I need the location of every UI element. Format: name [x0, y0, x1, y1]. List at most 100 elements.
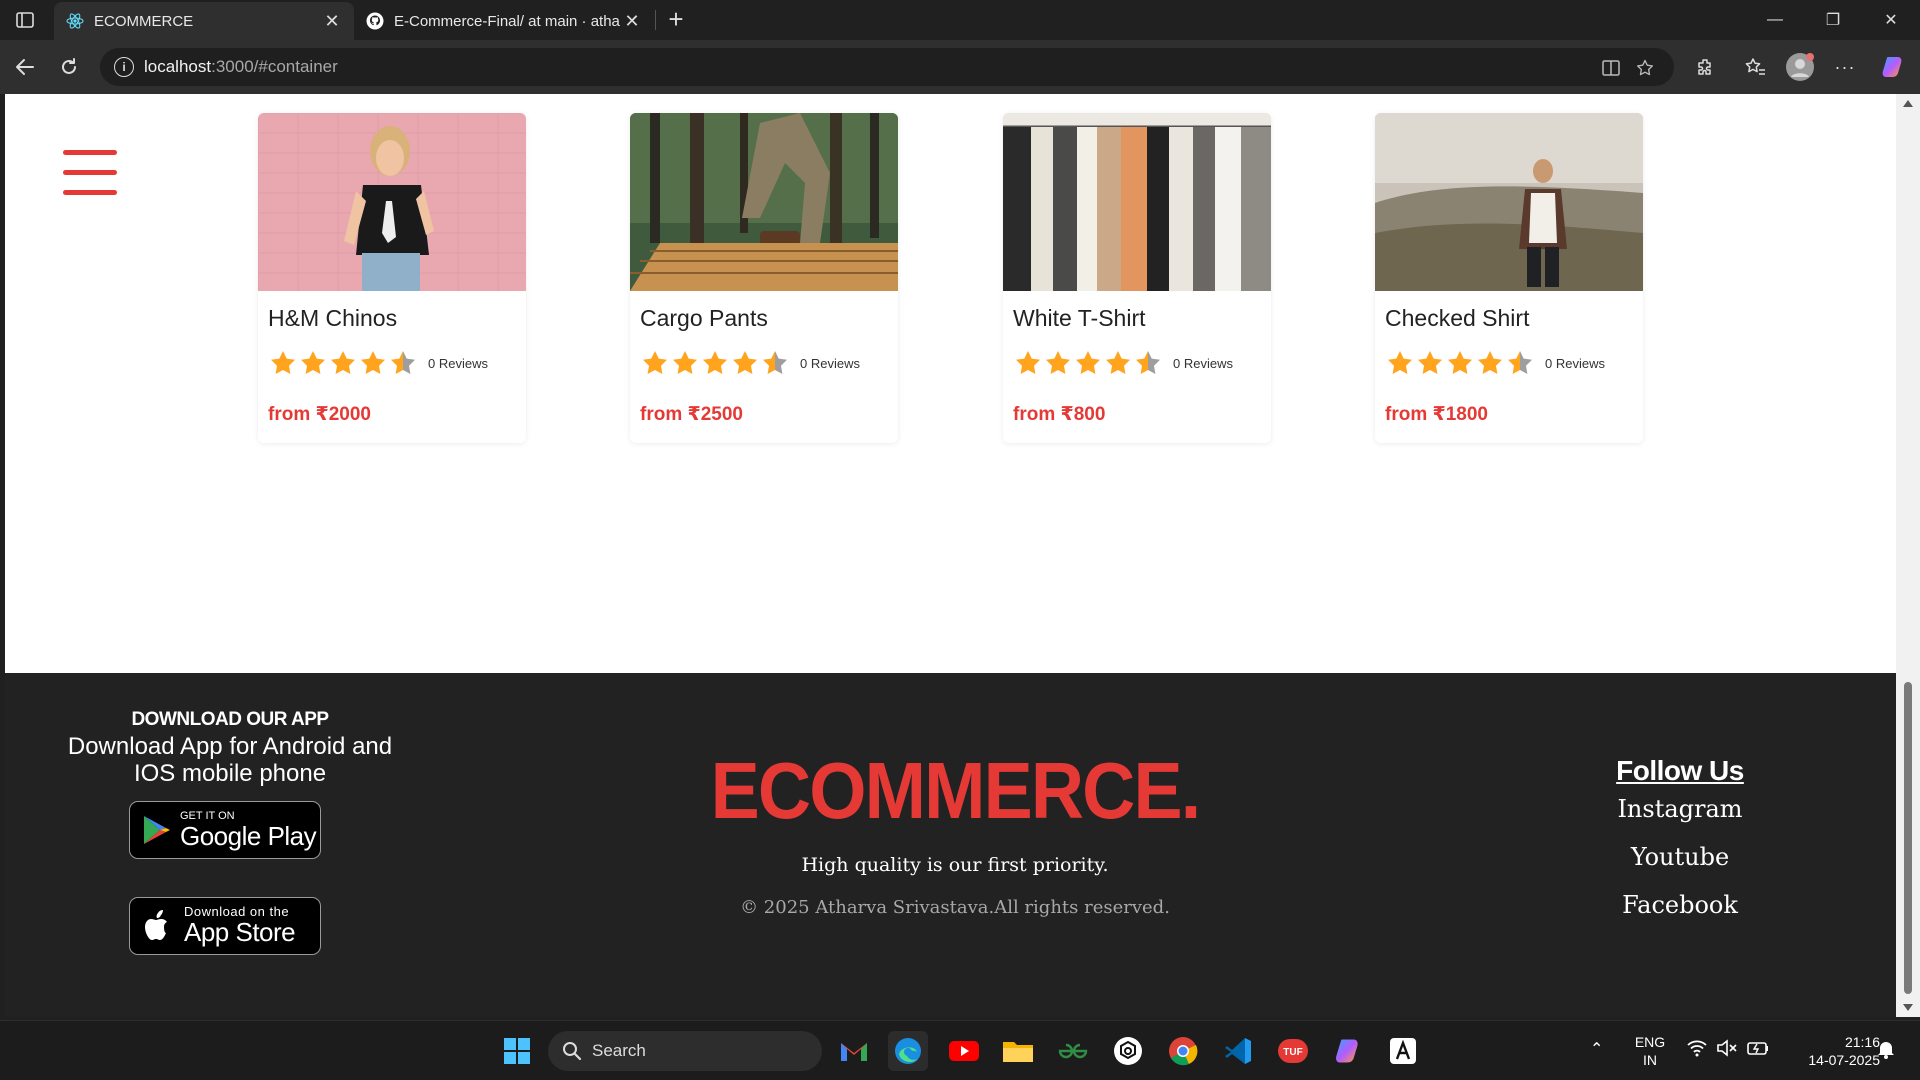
- product-card[interactable]: Checked Shirt 0 Reviews from ₹1800: [1375, 113, 1643, 443]
- volume-muted-icon[interactable]: [1716, 1039, 1738, 1061]
- youtube-icon[interactable]: [944, 1031, 984, 1071]
- product-image[interactable]: [1375, 113, 1643, 291]
- scroll-up-arrow-icon[interactable]: [1903, 100, 1913, 107]
- product-rating: 0 Reviews: [1385, 349, 1605, 377]
- search-placeholder: Search: [592, 1041, 646, 1060]
- close-window-button[interactable]: ✕: [1862, 0, 1920, 40]
- scroll-thumb[interactable]: [1904, 682, 1912, 994]
- product-image[interactable]: [258, 113, 526, 291]
- product-price: from ₹2000: [268, 404, 371, 425]
- sidebar-toggle-icon[interactable]: [10, 8, 40, 32]
- product-card[interactable]: White T-Shirt 0 Reviews from ₹800: [1003, 113, 1271, 443]
- url-host: localhost: [144, 57, 212, 76]
- google-play-button[interactable]: GET IT ON Google Play: [129, 801, 321, 859]
- tagline: High quality is our first priority.: [801, 854, 1109, 876]
- star-icon: [1448, 351, 1472, 374]
- profile-icon[interactable]: [1785, 52, 1815, 82]
- file-explorer-icon[interactable]: [998, 1031, 1038, 1071]
- chrome-icon[interactable]: [1163, 1031, 1203, 1071]
- extensions-icon[interactable]: [1690, 52, 1720, 82]
- product-image[interactable]: [1003, 113, 1271, 291]
- brand-logo: ECOMMERCE.: [710, 746, 1201, 835]
- scroll-down-arrow-icon[interactable]: [1903, 1004, 1913, 1011]
- show-hidden-icons[interactable]: ⌃: [1590, 1041, 1603, 1059]
- split-screen-icon[interactable]: [1600, 57, 1622, 79]
- search-icon: [563, 1042, 582, 1061]
- review-count: 0 Reviews: [428, 355, 488, 371]
- youtube-link[interactable]: Youtube: [1565, 843, 1795, 871]
- more-icon[interactable]: ···: [1830, 52, 1860, 82]
- windows-taskbar: Search TUF ⌃ ENG IN 21:16 14-07-2025: [0, 1020, 1920, 1080]
- battery-icon[interactable]: [1746, 1039, 1770, 1061]
- vscode-icon[interactable]: [1218, 1031, 1258, 1071]
- address-bar[interactable]: i localhost:3000/#container: [100, 48, 1674, 86]
- taskbar-search[interactable]: Search: [548, 1031, 822, 1071]
- language-indicator[interactable]: ENG IN: [1628, 1033, 1672, 1069]
- back-icon[interactable]: [10, 52, 40, 82]
- product-name[interactable]: H&M Chinos: [268, 305, 397, 332]
- product-price: from ₹2500: [640, 404, 743, 425]
- gmail-icon[interactable]: [834, 1031, 874, 1071]
- product-rating: 0 Reviews: [640, 349, 860, 377]
- review-count: 0 Reviews: [800, 355, 860, 371]
- facebook-link[interactable]: Facebook: [1565, 891, 1795, 919]
- app-a-icon[interactable]: [1383, 1031, 1423, 1071]
- new-tab-button[interactable]: +: [662, 6, 690, 34]
- star-icon: [1076, 351, 1100, 374]
- product-card[interactable]: Cargo Pants 0 Reviews from ₹2500: [630, 113, 898, 443]
- star-icon: [1016, 351, 1040, 374]
- edge-icon[interactable]: [888, 1031, 928, 1071]
- star-icon: [1388, 351, 1412, 374]
- star-rating: [268, 349, 418, 377]
- app-store-button[interactable]: Download on the App Store: [129, 897, 321, 955]
- tab-ecommerce[interactable]: ECOMMERCE ✕: [54, 2, 354, 40]
- chatgpt-icon[interactable]: [1108, 1031, 1148, 1071]
- star-icon: [1106, 351, 1130, 374]
- github-icon: [366, 12, 384, 30]
- site-footer: DOWNLOAD OUR APP Download App for Androi…: [5, 673, 1896, 1017]
- hamburger-menu-icon[interactable]: [63, 150, 119, 196]
- tuf-icon[interactable]: TUF: [1273, 1031, 1313, 1071]
- wifi-icon[interactable]: [1686, 1039, 1708, 1061]
- product-name[interactable]: Cargo Pants: [640, 305, 768, 332]
- minimize-button[interactable]: —: [1746, 0, 1804, 40]
- restore-button[interactable]: ❐: [1804, 0, 1862, 40]
- app-store-big: App Store: [184, 917, 296, 947]
- close-tab-icon[interactable]: ✕: [322, 11, 342, 31]
- download-heading: DOWNLOAD OUR APP: [131, 709, 329, 730]
- apple-icon: [145, 910, 167, 940]
- star-favorite-icon[interactable]: [1634, 57, 1656, 79]
- tab-github[interactable]: E-Commerce-Final/ at main · atha ✕: [354, 2, 654, 40]
- tab-title: ECOMMERCE: [94, 12, 194, 30]
- product-rating: 0 Reviews: [268, 349, 488, 377]
- windows-start-icon[interactable]: [497, 1031, 537, 1071]
- info-icon[interactable]: i: [114, 57, 134, 77]
- star-icon: [1418, 351, 1442, 374]
- product-rating: 0 Reviews: [1013, 349, 1233, 377]
- instagram-link[interactable]: Instagram: [1565, 795, 1795, 823]
- product-price: from ₹800: [1013, 404, 1106, 425]
- page-scrollbar[interactable]: [1896, 94, 1920, 1017]
- product-name[interactable]: White T-Shirt: [1013, 305, 1146, 332]
- copilot-icon[interactable]: [1878, 52, 1908, 82]
- star-icon: [763, 351, 787, 374]
- favorites-icon[interactable]: [1740, 52, 1770, 82]
- notification-icon[interactable]: [1876, 1039, 1896, 1063]
- star-icon: [703, 351, 727, 374]
- reload-icon[interactable]: [54, 52, 84, 82]
- browser-tab-bar: ECOMMERCE ✕ E-Commerce-Final/ at main · …: [0, 0, 1920, 40]
- product-image[interactable]: [630, 113, 898, 291]
- geeksforgeeks-icon[interactable]: [1053, 1031, 1093, 1071]
- product-name[interactable]: Checked Shirt: [1385, 305, 1529, 332]
- close-tab-icon[interactable]: ✕: [622, 11, 642, 31]
- star-rating: [1013, 349, 1163, 377]
- copilot-app-icon[interactable]: [1328, 1031, 1368, 1071]
- product-price: from ₹1800: [1385, 404, 1488, 425]
- product-card[interactable]: H&M Chinos 0 Reviews from ₹2000: [258, 113, 526, 443]
- clock[interactable]: 21:16 14-07-2025: [1780, 1033, 1880, 1069]
- star-icon: [673, 351, 697, 374]
- star-icon: [1478, 351, 1502, 374]
- svg-text:TUF: TUF: [1283, 1047, 1302, 1058]
- follow-us-heading: Follow Us: [1616, 755, 1744, 786]
- review-count: 0 Reviews: [1545, 355, 1605, 371]
